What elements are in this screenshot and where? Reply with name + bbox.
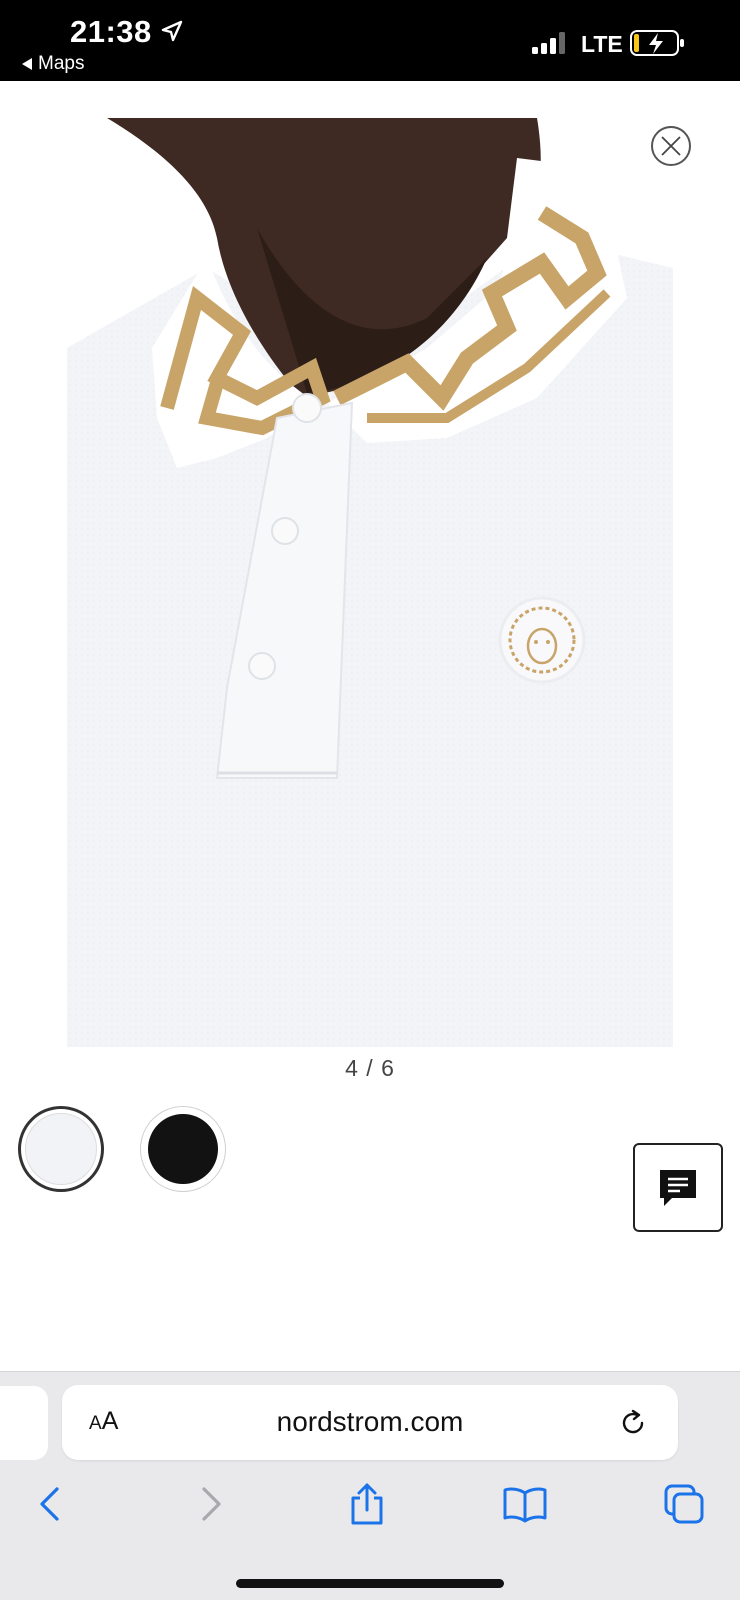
chat-bubble-icon	[660, 1169, 696, 1206]
share-icon	[351, 1483, 383, 1525]
address-bar[interactable]: AA nordstrom.com	[62, 1385, 678, 1460]
polo-shirt-photo	[67, 118, 673, 1047]
share-button[interactable]	[344, 1481, 390, 1527]
url-text[interactable]: nordstrom.com	[62, 1406, 678, 1438]
color-swatch-black[interactable]	[140, 1106, 226, 1192]
swatch-fill	[25, 1113, 97, 1185]
product-image[interactable]	[67, 118, 673, 1047]
chevron-right-icon	[202, 1487, 221, 1521]
previous-tab-preview[interactable]	[0, 1386, 48, 1460]
close-button[interactable]	[651, 126, 691, 166]
home-indicator[interactable]	[236, 1579, 504, 1588]
back-app-label: Maps	[38, 53, 85, 74]
swatch-fill	[148, 1114, 218, 1184]
network-type: LTE	[581, 31, 623, 57]
status-bar: 21:38 Maps LTE	[0, 0, 740, 81]
reload-icon[interactable]	[617, 1407, 649, 1439]
back-button[interactable]	[27, 1481, 73, 1527]
color-swatch-white[interactable]	[18, 1106, 104, 1192]
tabs-button[interactable]	[661, 1481, 707, 1527]
image-counter: 4 / 6	[345, 1055, 395, 1081]
status-time: 21:38	[70, 14, 152, 49]
book-icon	[503, 1487, 547, 1523]
close-icon	[661, 136, 681, 156]
back-triangle-icon	[22, 58, 32, 70]
tabs-icon	[664, 1484, 704, 1524]
battery-charging-icon	[630, 30, 684, 56]
chat-button[interactable]	[633, 1143, 723, 1232]
bookmarks-button[interactable]	[502, 1481, 548, 1527]
forward-button[interactable]	[188, 1481, 234, 1527]
location-arrow-icon	[161, 20, 183, 42]
back-to-app-button[interactable]: Maps	[22, 53, 84, 75]
cellular-signal-icon	[532, 32, 565, 54]
chevron-left-icon	[40, 1487, 59, 1521]
